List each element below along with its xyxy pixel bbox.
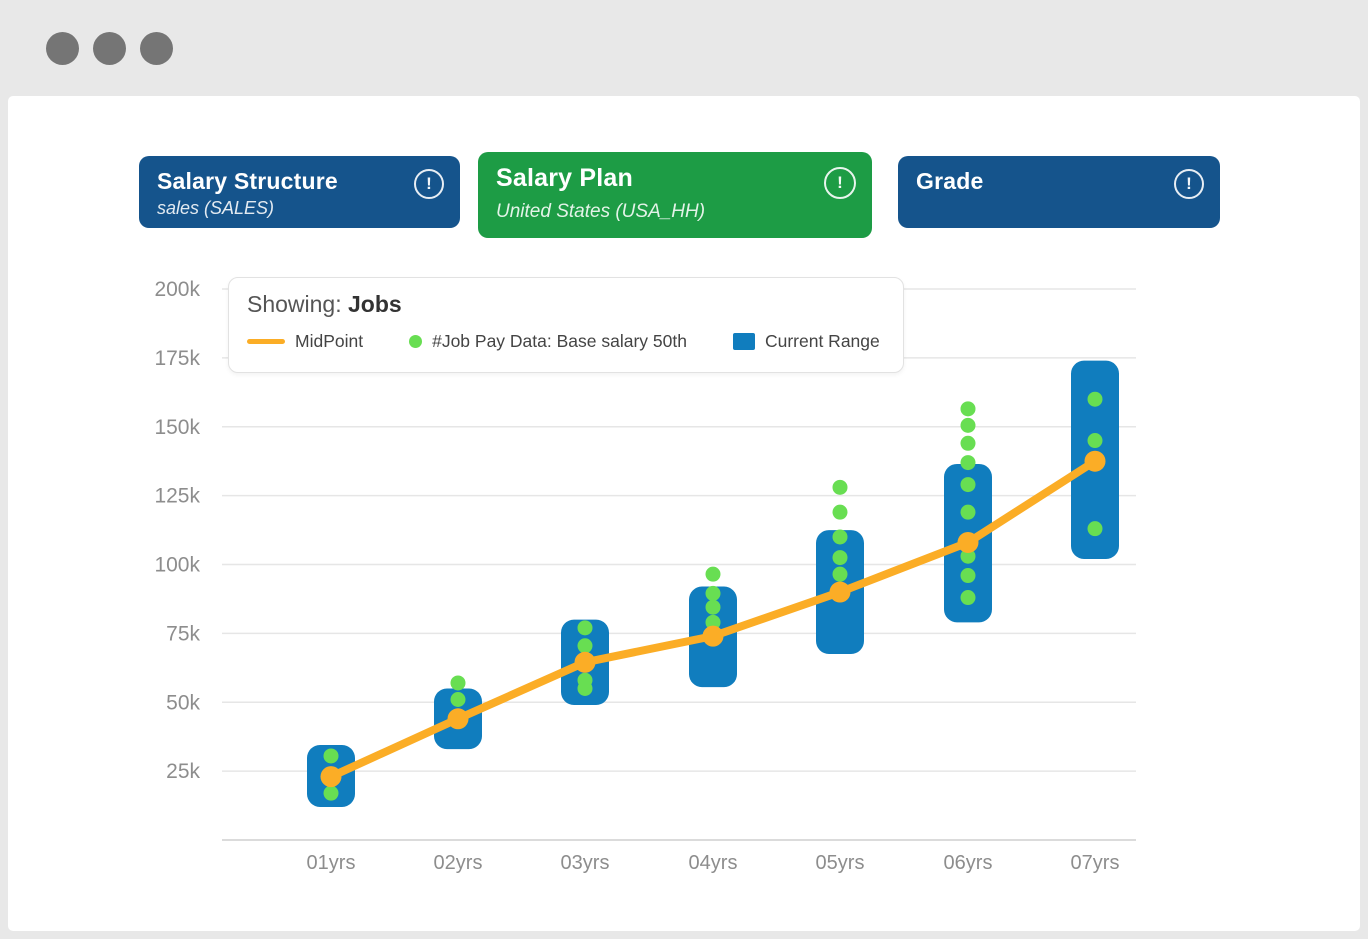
window-control-dot[interactable] xyxy=(46,32,79,65)
filter-card-title: Salary Structure xyxy=(157,168,442,195)
svg-text:04yrs: 04yrs xyxy=(689,852,738,874)
showing-label: Showing: Jobs xyxy=(247,291,885,318)
filter-card-salary-plan[interactable]: Salary Plan United States (USA_HH) ! xyxy=(478,152,872,238)
svg-text:100k: 100k xyxy=(154,554,200,577)
legend-item-label: Current Range xyxy=(765,331,880,352)
info-exclamation-icon[interactable]: ! xyxy=(1174,169,1204,199)
filter-card-subtitle: sales (SALES) xyxy=(157,198,442,219)
current-range-swatch-icon xyxy=(733,333,755,350)
svg-text:02yrs: 02yrs xyxy=(434,852,483,874)
svg-text:07yrs: 07yrs xyxy=(1071,852,1120,874)
window-control-dot[interactable] xyxy=(93,32,126,65)
legend-item-label: MidPoint xyxy=(295,331,363,352)
info-exclamation-icon[interactable]: ! xyxy=(824,167,856,199)
legend-item-midpoint[interactable]: MidPoint xyxy=(247,331,363,352)
filter-card-title: Salary Plan xyxy=(496,164,854,193)
legend-item-current-range[interactable]: Current Range xyxy=(733,331,880,352)
svg-text:75k: 75k xyxy=(166,622,200,645)
filter-card-grade[interactable]: Grade ! xyxy=(898,156,1220,228)
svg-text:03yrs: 03yrs xyxy=(561,852,610,874)
svg-text:06yrs: 06yrs xyxy=(944,852,993,874)
window-titlebar xyxy=(0,0,1368,96)
midpoint-line-swatch-icon xyxy=(247,339,285,344)
svg-text:50k: 50k xyxy=(166,691,200,714)
svg-text:125k: 125k xyxy=(154,485,200,508)
legend-row: MidPoint #Job Pay Data: Base salary 50th… xyxy=(247,331,885,352)
showing-value: Jobs xyxy=(348,291,402,317)
filter-card-subtitle: United States (USA_HH) xyxy=(496,201,854,223)
pay-data-dot-swatch-icon xyxy=(409,335,422,348)
svg-text:200k: 200k xyxy=(154,278,200,301)
window-control-dot[interactable] xyxy=(140,32,173,65)
legend-item-label: #Job Pay Data: Base salary 50th xyxy=(432,331,687,352)
svg-text:01yrs: 01yrs xyxy=(307,852,356,874)
svg-text:05yrs: 05yrs xyxy=(816,852,865,874)
app-content: Salary Structure sales (SALES) ! Salary … xyxy=(8,96,1360,931)
legend-item-job-pay-data[interactable]: #Job Pay Data: Base salary 50th xyxy=(409,331,687,352)
info-exclamation-icon[interactable]: ! xyxy=(414,169,444,199)
svg-text:150k: 150k xyxy=(154,416,200,439)
chart-legend: Showing: Jobs MidPoint #Job Pay Data: Ba… xyxy=(228,277,904,373)
svg-text:175k: 175k xyxy=(154,347,200,370)
svg-text:25k: 25k xyxy=(166,760,200,783)
filter-card-title: Grade xyxy=(916,168,1202,195)
filter-card-salary-structure[interactable]: Salary Structure sales (SALES) ! xyxy=(139,156,460,228)
